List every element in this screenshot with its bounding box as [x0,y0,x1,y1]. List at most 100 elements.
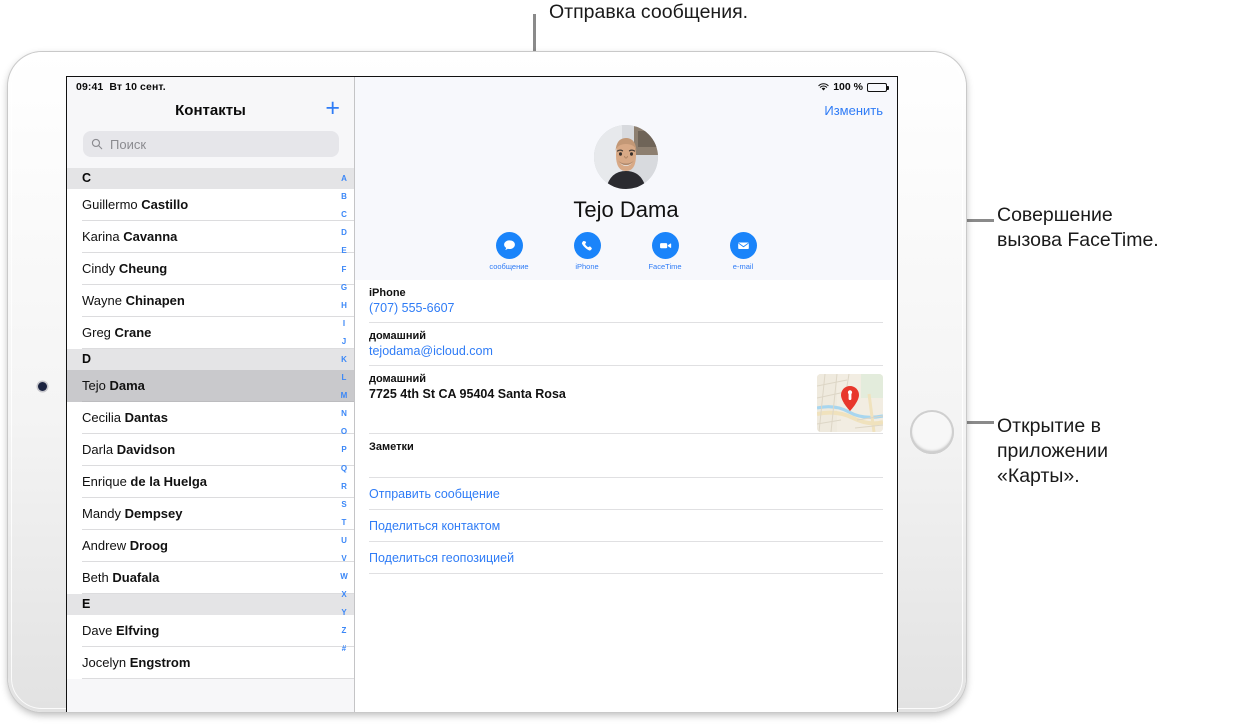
index-letter[interactable]: R [341,482,347,491]
add-contact-button[interactable]: + [325,96,340,121]
contact-list-item[interactable]: Jocelyn Engstrom [67,647,354,679]
front-camera-icon [38,382,47,391]
search-field[interactable] [83,131,339,157]
contact-last-name: Duafala [112,570,160,585]
action-link[interactable]: Поделиться геопозицией [355,542,897,574]
envelope-icon [729,232,757,259]
notes-label: Заметки [369,441,414,453]
action-button-label: FaceTime [648,262,682,271]
index-letter[interactable]: G [341,283,347,292]
status-bar-left: 09:41 Вт 10 сент. [76,81,166,93]
contact-first-name: Cindy [82,261,119,276]
contact-field[interactable]: домашний tejodama@icloud.com [355,323,897,366]
action-button-сообщение[interactable]: сообщение [483,232,535,271]
contact-list-item[interactable]: Enrique de la Huelga [67,466,354,498]
index-letter[interactable]: X [341,591,346,599]
contact-list-item[interactable]: Wayne Chinapen [67,285,354,317]
contact-detail-pane: 100 % Изменить Tejo Dama сообщение iPhon… [355,77,897,712]
contact-field[interactable]: домашний 7725 4th St CA 95404 Santa Rosa [355,366,897,434]
contact-name: Tejo Dama [573,197,679,222]
index-letter[interactable]: W [340,573,348,581]
contact-last-name: Engstrom [129,655,191,670]
index-letter[interactable]: Z [342,627,347,635]
index-letter[interactable]: Q [341,464,347,473]
action-button-facetime[interactable]: FaceTime [639,232,691,271]
contact-last-name: Droog [129,538,168,553]
contact-action-buttons: сообщение iPhone FaceTime e-mail [355,232,897,271]
contact-list-item[interactable]: Karina Cavanna [67,221,354,253]
contact-first-name: Greg [82,325,115,340]
index-letter[interactable]: L [342,374,347,382]
index-letter[interactable]: J [342,337,346,346]
index-letter[interactable]: F [342,265,347,274]
avatar[interactable] [594,125,658,189]
index-letter[interactable]: Y [341,609,346,617]
contact-last-name: Davidson [116,442,176,457]
action-button-e-mail[interactable]: e-mail [717,232,769,271]
contact-list-item[interactable]: Beth Duafala [67,562,354,594]
home-button[interactable] [910,410,954,454]
contact-list-item[interactable]: Cindy Cheung [67,253,354,285]
ipad-device: 09:41Вт 10 сент. Контакты + CGuillermo C… [8,52,966,712]
edit-button[interactable]: Изменить [824,103,883,118]
message-bubble-icon [495,232,523,259]
contact-list-item[interactable]: Mandy Dempsey [67,498,354,530]
contacts-list[interactable]: C Guillermo Castillo Karina Cavanna Cindy C… [67,168,354,712]
index-letter[interactable]: T [342,518,347,527]
index-letter[interactable]: # [342,645,346,653]
index-letter[interactable]: M [341,392,348,400]
section-header: D [67,349,354,370]
callout-facetime-call: Совершение вызова FaceTime. [997,204,1159,251]
field-value[interactable]: (707) 555-6607 [369,301,883,315]
page-title: Контакты [175,102,246,119]
map-pin-thumbnail[interactable] [817,374,883,432]
index-letter[interactable]: I [343,319,345,328]
contact-first-name: Tejo [82,378,110,393]
callout-send-message: Отправка сообщения. [549,1,749,23]
contact-last-name: Dantas [124,410,168,425]
section-header: C [67,168,354,189]
contact-first-name: Andrew [82,538,130,553]
video-camera-icon [651,232,679,259]
contact-last-name: Cavanna [123,229,178,244]
contact-field[interactable]: iPhone (707) 555-6607 [355,280,897,323]
action-button-iphone[interactable]: iPhone [561,232,613,271]
field-value[interactable]: 7725 4th St CA 95404 Santa Rosa [369,387,883,401]
contact-fields: iPhone (707) 555-6607 домашний tejodama@icl… [355,280,897,712]
field-value[interactable]: tejodama@icloud.com [369,344,883,358]
contact-first-name: Jocelyn [82,655,130,670]
index-letter[interactable]: H [341,301,347,310]
index-letter[interactable]: C [341,211,347,219]
contact-first-name: Mandy [82,506,125,521]
index-letter[interactable]: P [341,446,346,454]
index-letter[interactable]: K [341,355,347,364]
index-letter[interactable]: B [341,193,347,201]
contact-first-name: Karina [82,229,124,244]
index-letter[interactable]: E [341,247,346,255]
contact-first-name: Guillermo [82,197,142,212]
field-label: домашний [369,373,427,385]
index-letter[interactable]: A [341,175,347,183]
index-letter[interactable]: N [341,410,347,418]
index-letter[interactable]: S [341,500,346,509]
action-link[interactable]: Поделиться контактом [355,510,897,542]
contact-list-item[interactable]: Cecilia Dantas [67,402,354,434]
index-letter[interactable]: V [341,555,346,563]
contact-last-name: Dama [109,378,145,393]
contact-list-item[interactable]: Andrew Droog [67,530,354,562]
action-link[interactable]: Отправить сообщение [355,478,897,510]
contact-list-item[interactable]: Guillermo Castillo [67,189,354,221]
search-input[interactable] [108,135,331,153]
index-letter[interactable]: U [341,536,347,545]
contact-last-name: Crane [114,325,152,340]
contact-list-item[interactable]: Dave Elfving [67,615,354,647]
page-root: Отправка сообщения. Совершение вызова Fa… [0,0,1242,724]
contact-list-item[interactable]: Darla Davidson [67,434,354,466]
index-letter[interactable]: O [341,428,347,436]
contact-list-item[interactable]: Greg Crane [67,317,354,349]
notes-field[interactable]: Заметки [355,434,897,478]
contact-last-name: Elfving [115,623,160,638]
index-letter[interactable]: D [341,229,347,237]
contact-list-item[interactable]: Tejo Dama [67,370,354,402]
alphabet-index[interactable]: A B C D E F G H I J K L M N O P Q R S T U V W X Y Z # [336,170,352,659]
